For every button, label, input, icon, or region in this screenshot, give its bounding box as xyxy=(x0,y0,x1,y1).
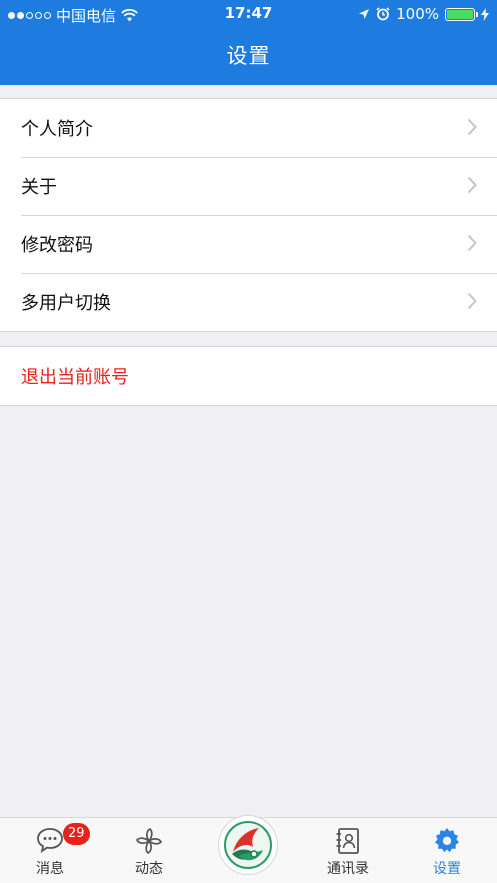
tab-moments[interactable]: 动态 xyxy=(109,818,189,883)
tab-messages[interactable]: 29 消息 xyxy=(10,818,90,883)
status-right: 100% xyxy=(358,5,489,23)
alarm-clock-icon xyxy=(376,7,390,21)
contacts-book-icon xyxy=(336,828,359,854)
battery-fill xyxy=(447,9,473,19)
tab-label: 通讯录 xyxy=(327,861,369,877)
app-logo-icon xyxy=(224,821,272,869)
tab-label: 消息 xyxy=(36,861,64,877)
chat-bubble-icon xyxy=(37,828,63,853)
settings-item-label: 关于 xyxy=(21,177,57,198)
gear-icon xyxy=(435,828,459,853)
settings-item-label: 修改密码 xyxy=(21,235,93,256)
tab-label: 动态 xyxy=(135,861,163,877)
logout-button[interactable]: 退出当前账号 xyxy=(0,347,497,405)
chevron-right-icon xyxy=(467,234,477,252)
location-arrow-icon xyxy=(359,9,370,19)
logout-label: 退出当前账号 xyxy=(21,367,129,388)
settings-item-label: 个人简介 xyxy=(21,119,93,140)
logout-group: 退出当前账号 xyxy=(0,346,497,406)
chevron-right-icon xyxy=(467,176,477,194)
battery-icon xyxy=(445,7,478,21)
pinwheel-icon xyxy=(135,827,163,855)
settings-item-label: 多用户切换 xyxy=(21,293,111,314)
top-bar: 中国电信 17:47 100% 设置 xyxy=(0,0,497,85)
tab-label: 设置 xyxy=(433,861,461,877)
settings-item-change-password[interactable]: 修改密码 xyxy=(0,215,497,273)
settings-list: 个人简介 关于 修改密码 多用户切换 xyxy=(0,98,497,332)
settings-item-switch-user[interactable]: 多用户切换 xyxy=(0,273,497,331)
charging-bolt-icon xyxy=(481,7,489,21)
tab-contacts[interactable]: 通讯录 xyxy=(308,818,388,883)
app-logo-button[interactable] xyxy=(218,815,278,875)
tab-bar: 29 消息 动态 通讯录 设置 xyxy=(0,815,497,883)
unread-badge: 29 xyxy=(63,823,90,845)
battery-percent: 100% xyxy=(396,5,439,23)
page-title: 设置 xyxy=(226,44,271,68)
chevron-right-icon xyxy=(467,292,477,310)
chevron-right-icon xyxy=(467,118,477,136)
tab-settings[interactable]: 设置 xyxy=(407,818,487,883)
settings-item-profile[interactable]: 个人简介 xyxy=(0,99,497,157)
status-bar: 中国电信 17:47 100% xyxy=(0,0,497,28)
settings-item-about[interactable]: 关于 xyxy=(0,157,497,215)
